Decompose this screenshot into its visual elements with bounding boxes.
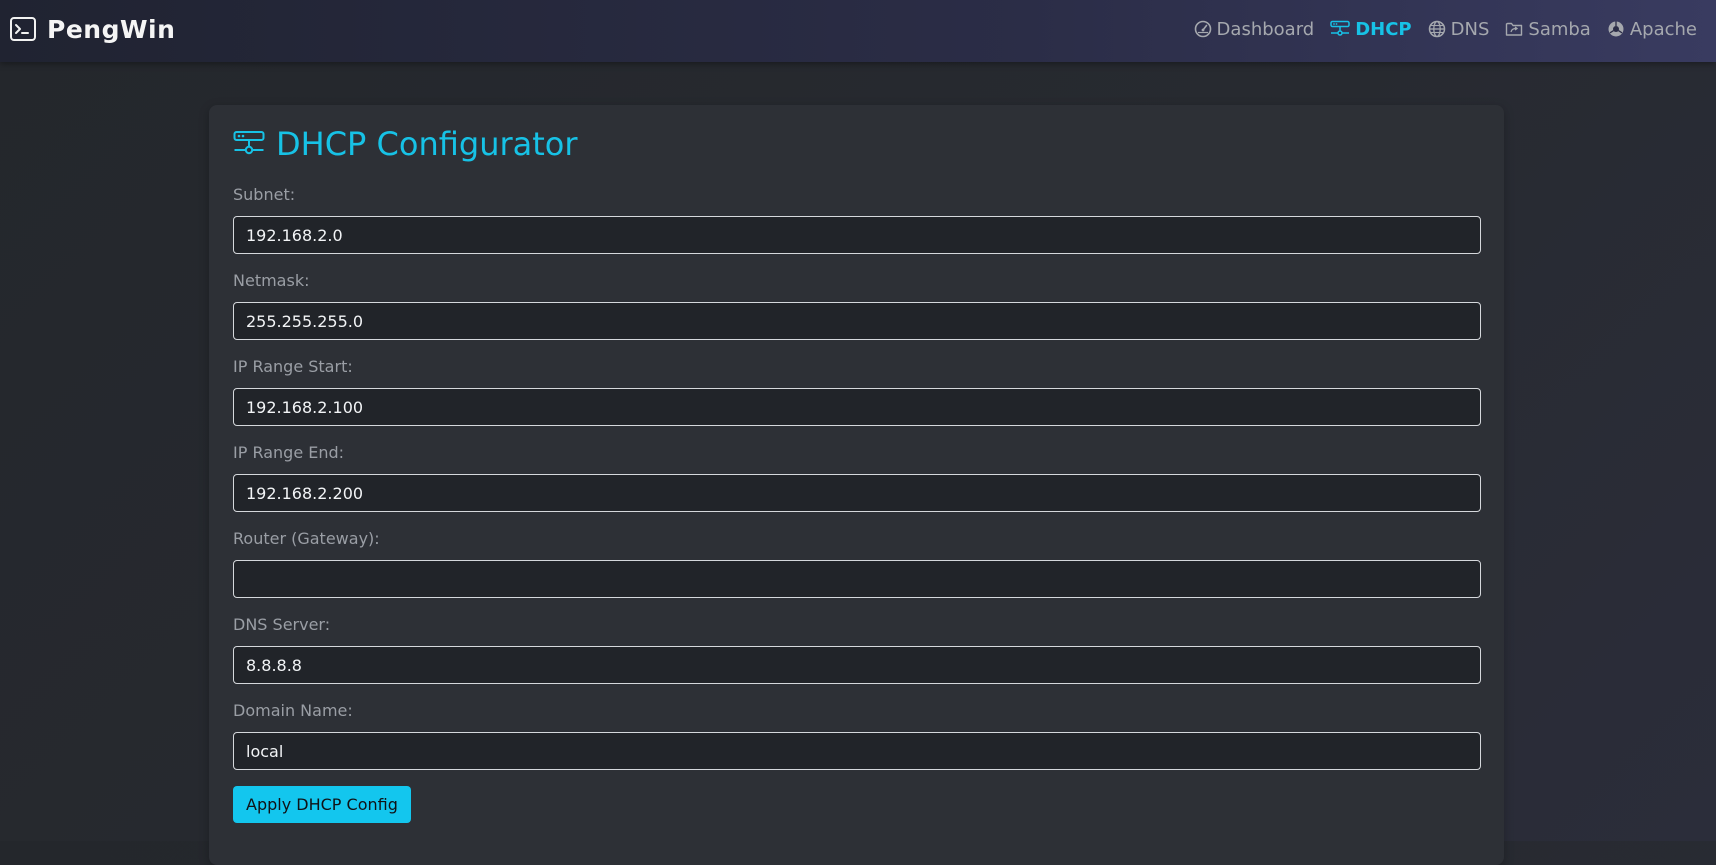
nav-item-samba[interactable]: Samba (1505, 18, 1591, 40)
router-gateway-input[interactable] (233, 560, 1481, 598)
nav-item-dns[interactable]: DNS (1428, 18, 1490, 40)
folder-share-icon (1505, 20, 1523, 38)
netmask-label: Netmask: (233, 271, 310, 290)
network-icon (1330, 20, 1350, 38)
network-icon (233, 130, 265, 158)
router-gateway-label: Router (Gateway): (233, 529, 380, 548)
dhcp-config-card: DHCP Configurator Subnet: Netmask: IP Ra… (209, 105, 1504, 865)
dns-server-label: DNS Server: (233, 615, 331, 634)
brand-name: PengWin (47, 14, 176, 44)
terminal-icon (10, 17, 36, 41)
nav-label: Samba (1528, 18, 1591, 40)
nav-label: DNS (1450, 18, 1490, 40)
brand[interactable]: PengWin (10, 0, 175, 58)
globe-icon (1428, 20, 1446, 38)
apply-dhcp-config-button[interactable]: Apply DHCP Config (233, 786, 411, 823)
nav-label: DHCP (1355, 18, 1412, 40)
nav-label: Dashboard (1216, 18, 1315, 40)
browser-icon (1607, 20, 1625, 38)
domain-name-label: Domain Name: (233, 701, 353, 720)
top-navbar: PengWin Dashboard DHCP DNS Samba Apache (0, 0, 1716, 62)
speedometer-icon (1194, 20, 1212, 38)
ip-range-end-input[interactable] (233, 474, 1481, 512)
dns-server-input[interactable] (233, 646, 1481, 684)
ip-range-start-label: IP Range Start: (233, 357, 353, 376)
ip-range-start-input[interactable] (233, 388, 1481, 426)
main-nav: Dashboard DHCP DNS Samba Apache (1194, 0, 1697, 58)
domain-name-input[interactable] (233, 732, 1481, 770)
nav-item-dashboard[interactable]: Dashboard (1194, 18, 1315, 40)
subnet-label: Subnet: (233, 185, 296, 204)
subnet-input[interactable] (233, 216, 1481, 254)
nav-item-apache[interactable]: Apache (1607, 19, 1697, 40)
ip-range-end-label: IP Range End: (233, 443, 345, 462)
page-title: DHCP Configurator (233, 125, 578, 163)
page-title-text: DHCP Configurator (276, 125, 578, 163)
netmask-input[interactable] (233, 302, 1481, 340)
nav-label: Apache (1629, 18, 1697, 40)
nav-item-dhcp[interactable]: DHCP (1330, 18, 1412, 40)
